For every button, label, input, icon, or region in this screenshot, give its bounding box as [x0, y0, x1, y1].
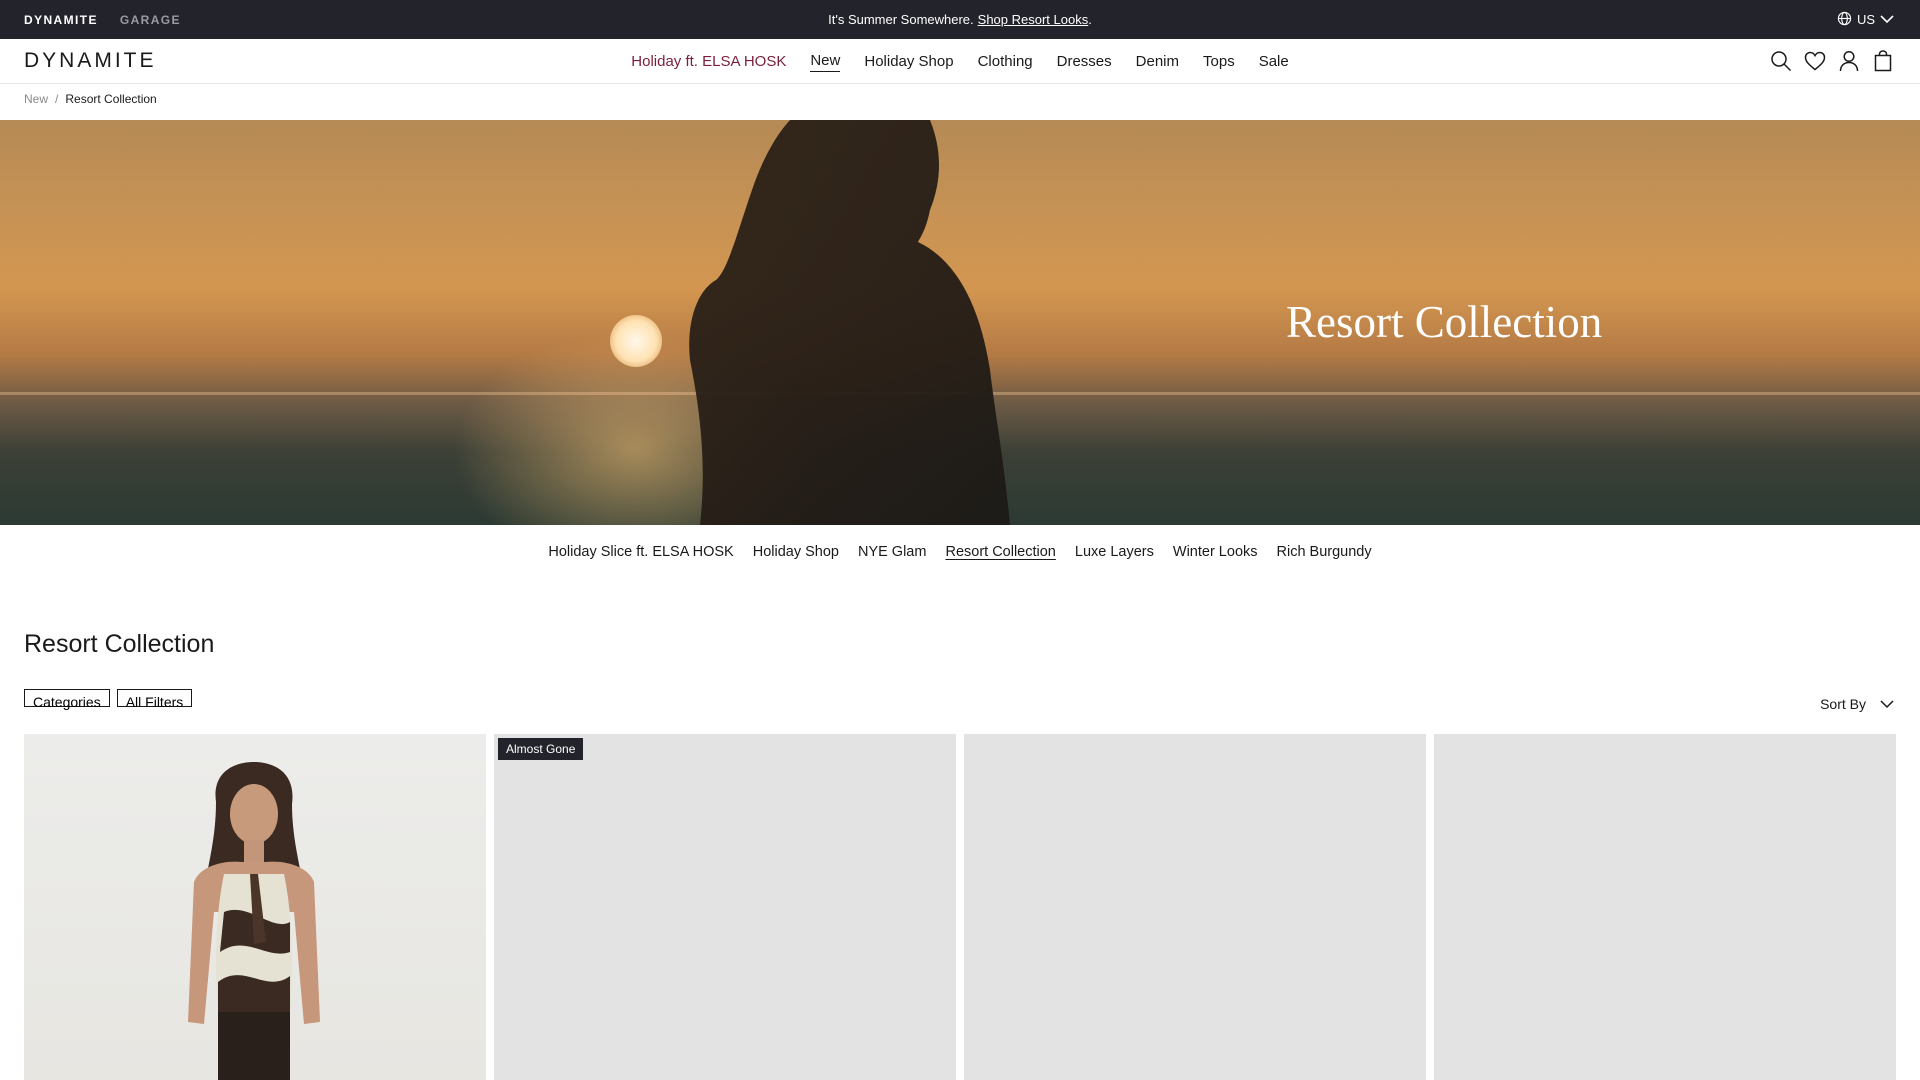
- promo-text: It's Summer Somewhere.: [828, 12, 974, 27]
- collection-subnav: Holiday Slice ft. ELSA HOSK Holiday Shop…: [0, 544, 1920, 560]
- search-icon[interactable]: [1770, 50, 1792, 72]
- product-card[interactable]: [964, 734, 1426, 1080]
- subnav-nye-glam[interactable]: NYE Glam: [858, 544, 927, 560]
- sort-dropdown[interactable]: Sort By: [1820, 696, 1894, 712]
- subnav-resort-collection[interactable]: Resort Collection: [945, 544, 1055, 560]
- chevron-down-icon: [1880, 12, 1894, 27]
- hero-title: Resort Collection: [1286, 297, 1603, 347]
- nav-clothing[interactable]: Clothing: [978, 52, 1033, 70]
- sort-label: Sort By: [1820, 696, 1866, 712]
- breadcrumb: New / Resort Collection: [24, 92, 157, 106]
- bag-icon[interactable]: [1872, 50, 1894, 72]
- subnav-holiday-shop[interactable]: Holiday Shop: [753, 544, 839, 560]
- subnav-winter-looks[interactable]: Winter Looks: [1173, 544, 1258, 560]
- globe-icon: [1837, 11, 1852, 29]
- page-title: Resort Collection: [24, 630, 215, 658]
- categories-button[interactable]: Categories: [24, 689, 110, 710]
- nav-holiday-elsa-hosk[interactable]: Holiday ft. ELSA HOSK: [631, 52, 786, 70]
- header-actions: [1770, 39, 1894, 83]
- subnav-rich-burgundy[interactable]: Rich Burgundy: [1277, 544, 1372, 560]
- product-card[interactable]: Almost Gone: [494, 734, 956, 1080]
- chevron-down-icon: [1880, 696, 1894, 712]
- promo-message: It's Summer Somewhere. Shop Resort Looks…: [0, 0, 1920, 39]
- region-selector[interactable]: US: [1837, 0, 1894, 39]
- region-label: US: [1856, 12, 1875, 27]
- product-card[interactable]: [24, 734, 486, 1080]
- site-header: DYNAMITE Holiday ft. ELSA HOSK New Holid…: [0, 39, 1920, 84]
- hero-silhouette: [689, 120, 1010, 525]
- breadcrumb-separator: /: [55, 92, 59, 106]
- nav-holiday-shop[interactable]: Holiday Shop: [864, 52, 953, 70]
- nav-denim[interactable]: Denim: [1136, 52, 1179, 70]
- nav-sale[interactable]: Sale: [1259, 52, 1289, 70]
- hero-sun: [610, 315, 662, 367]
- top-announcement-bar: DYNAMITE GARAGE It's Summer Somewhere. S…: [0, 0, 1920, 39]
- subnav-holiday-slice[interactable]: Holiday Slice ft. ELSA HOSK: [548, 544, 733, 560]
- breadcrumb-current: Resort Collection: [65, 92, 157, 106]
- subnav-luxe-layers[interactable]: Luxe Layers: [1075, 544, 1154, 560]
- nav-tops[interactable]: Tops: [1203, 52, 1235, 70]
- almost-gone-badge: Almost Gone: [498, 738, 584, 760]
- main-nav: Holiday ft. ELSA HOSK New Holiday Shop C…: [0, 39, 1920, 83]
- breadcrumb-new-link[interactable]: New: [24, 92, 48, 106]
- all-filters-button[interactable]: All Filters: [116, 689, 193, 710]
- hero-banner[interactable]: Resort Collection: [0, 120, 1920, 525]
- heart-icon[interactable]: [1804, 50, 1826, 72]
- nav-new[interactable]: New: [810, 51, 841, 72]
- product-card[interactable]: [1434, 734, 1896, 1080]
- filter-bar: Categories All Filters: [24, 689, 193, 710]
- nav-dresses[interactable]: Dresses: [1057, 52, 1112, 70]
- promo-link[interactable]: Shop Resort Looks: [978, 12, 1089, 27]
- account-icon[interactable]: [1838, 50, 1860, 72]
- product-image: [188, 762, 320, 1080]
- promo-end: .: [1088, 12, 1092, 27]
- product-grid: Almost Gone: [24, 734, 1896, 1080]
